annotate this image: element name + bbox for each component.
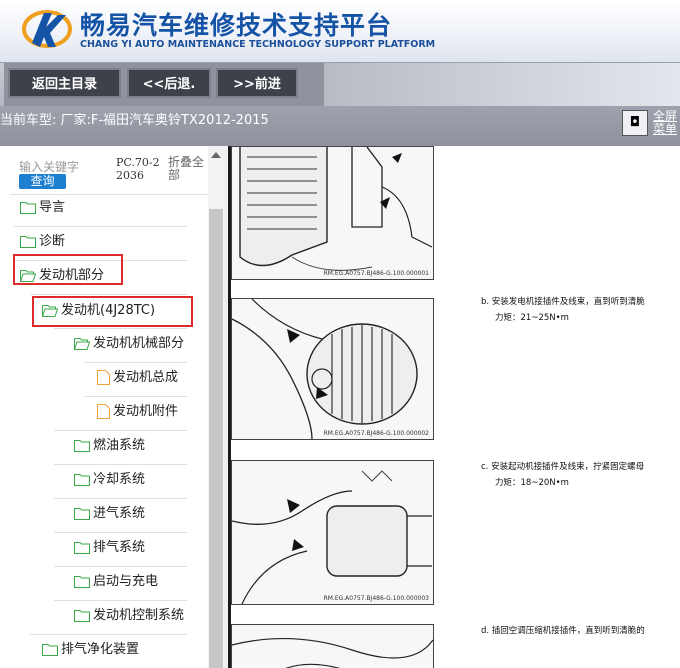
tree-item-fuel-system[interactable]: 燃油系统 bbox=[74, 435, 145, 457]
tree-item-cooling-system[interactable]: 冷却系统 bbox=[74, 469, 145, 491]
tree-item-engine-assembly[interactable]: 发动机总成 bbox=[97, 367, 178, 389]
tree-item-label: 燃油系统 bbox=[93, 438, 146, 453]
tree-separator bbox=[54, 498, 187, 499]
cy-logo-icon bbox=[22, 10, 72, 48]
tree-item-label: 发动机总成 bbox=[113, 370, 179, 385]
fullscreen-menu-link[interactable]: 全屏 菜单 bbox=[653, 110, 677, 136]
tree-item-label: 进气系统 bbox=[93, 506, 146, 521]
engine-photo-1 bbox=[232, 147, 433, 279]
tree-item-exhaust-system[interactable]: 排气系统 bbox=[74, 537, 145, 559]
figure-image: RM.EG.A0757.BJ486-G.100.000001 bbox=[231, 146, 434, 280]
scroll-up-icon[interactable] bbox=[211, 152, 221, 158]
search-input[interactable]: 输入关键字 bbox=[19, 158, 79, 175]
tree-separator bbox=[84, 362, 187, 363]
search-button[interactable]: 查询 bbox=[19, 174, 66, 189]
step-text: b. 安装发电机接插件及线束，直到听到清脆 bbox=[481, 297, 645, 307]
folder-open-icon bbox=[42, 305, 58, 317]
tree-item-label: 发动机(4J28TC) bbox=[61, 303, 156, 318]
torque-text: 力矩：21~25N•m bbox=[495, 313, 569, 323]
tree-item-label: 启动与充电 bbox=[93, 574, 159, 589]
home-button[interactable]: 返回主目录 bbox=[8, 68, 121, 98]
scrollbar-thumb[interactable] bbox=[209, 209, 223, 668]
forward-button[interactable]: >>前进 bbox=[216, 68, 298, 98]
fullscreen-icon[interactable]: ◘ bbox=[622, 110, 648, 136]
folder-icon bbox=[74, 576, 90, 588]
folder-icon bbox=[74, 508, 90, 520]
tree-separator bbox=[10, 194, 208, 195]
folder-open-icon bbox=[20, 270, 36, 282]
folder-icon bbox=[74, 610, 90, 622]
app-header: 畅易汽车维修技术支持平台 CHANG YI AUTO MAINTENANCE T… bbox=[0, 0, 680, 62]
tree-item-label: 发动机附件 bbox=[113, 404, 179, 419]
tree-separator bbox=[54, 328, 187, 329]
tree-item-starting-charging[interactable]: 启动与充电 bbox=[74, 571, 158, 593]
tree-separator bbox=[54, 430, 187, 431]
model-code: PC.70-22036 bbox=[116, 156, 160, 182]
fullscreen-label-2: 菜单 bbox=[653, 122, 678, 136]
nav-toolbar: 返回主目录 <<后退. >>前进 bbox=[0, 62, 680, 107]
figure-image: RM.EG.A0757.BJ486-G.100.000003 bbox=[231, 460, 434, 605]
tree-item-emission-control[interactable]: 排气净化装置 bbox=[42, 639, 139, 661]
tree-separator bbox=[30, 634, 187, 635]
tree-item-engine-4j28tc[interactable]: 发动机(4J28TC) bbox=[42, 300, 155, 322]
folder-icon bbox=[74, 440, 90, 452]
figure-caption: RM.EG.A0757.BJ486-G.100.000003 bbox=[323, 595, 429, 602]
figure-caption: RM.EG.A0757.BJ486-G.100.000001 bbox=[323, 270, 429, 277]
back-button[interactable]: <<后退. bbox=[127, 68, 211, 98]
tree-item-intro[interactable]: 导言 bbox=[20, 197, 65, 219]
folder-icon bbox=[74, 474, 90, 486]
compressor-photo bbox=[232, 625, 433, 668]
app-title: 畅易汽车维修技术支持平台 bbox=[80, 11, 393, 40]
file-icon bbox=[97, 404, 110, 419]
manual-content: RM.EG.A0757.BJ486-G.100.000001 RM.EG.A07… bbox=[231, 146, 680, 668]
tree-item-label: 发动机部分 bbox=[39, 268, 105, 283]
tree-item-intake-system[interactable]: 进气系统 bbox=[74, 503, 145, 525]
torque-text: 力矩：18~20N•m bbox=[495, 478, 569, 488]
step-text: c. 安装起动机接插件及线束，拧紧固定螺母 bbox=[481, 462, 645, 472]
tree-separator bbox=[30, 294, 187, 295]
starter-photo bbox=[232, 461, 433, 604]
folder-open-icon bbox=[74, 338, 90, 350]
collapse-all-link[interactable]: 折叠全部 bbox=[168, 156, 208, 182]
tree-item-label: 排气净化装置 bbox=[61, 642, 140, 657]
tree-item-label: 导言 bbox=[39, 200, 66, 215]
tree-separator bbox=[54, 532, 187, 533]
sidebar-scrollbar[interactable] bbox=[208, 146, 224, 668]
figure-image bbox=[231, 624, 434, 668]
tree-item-label: 发动机控制系统 bbox=[93, 608, 185, 623]
tree-separator bbox=[54, 600, 187, 601]
tree-item-engine-mechanical[interactable]: 发动机机械部分 bbox=[74, 333, 184, 355]
folder-icon bbox=[20, 236, 36, 248]
figure-image: RM.EG.A0757.BJ486-G.100.000002 bbox=[231, 298, 434, 440]
tree-item-engine-control[interactable]: 发动机控制系统 bbox=[74, 605, 184, 627]
tree-separator bbox=[84, 396, 187, 397]
app-subtitle: CHANG YI AUTO MAINTENANCE TECHNOLOGY SUP… bbox=[80, 39, 436, 50]
tree-item-engine-section[interactable]: 发动机部分 bbox=[20, 265, 104, 287]
file-icon bbox=[97, 370, 110, 385]
folder-icon bbox=[74, 542, 90, 554]
tree-item-label: 发动机机械部分 bbox=[93, 336, 185, 351]
tree-separator bbox=[14, 226, 187, 227]
toolbar-gradient bbox=[324, 63, 680, 107]
step-text: d. 插回空调压缩机接插件，直到听到清脆的 bbox=[481, 626, 645, 636]
tree-item-diagnosis[interactable]: 诊断 bbox=[20, 231, 65, 253]
vehicle-bar: 当前车型: 厂家:F-福田汽车奥铃TX2012-2015 ◘ 全屏 菜单 bbox=[0, 106, 680, 146]
tree-sidebar: 输入关键字 查询 PC.70-22036 折叠全部 导言 诊断 发动机部分 发动… bbox=[0, 146, 208, 668]
tree-item-label: 诊断 bbox=[39, 234, 66, 249]
figure-caption: RM.EG.A0757.BJ486-G.100.000002 bbox=[323, 430, 429, 437]
folder-icon bbox=[20, 202, 36, 214]
tree-item-engine-accessories[interactable]: 发动机附件 bbox=[97, 401, 178, 423]
alternator-photo bbox=[232, 299, 433, 439]
tree-item-label: 排气系统 bbox=[93, 540, 146, 555]
tree-item-label: 冷却系统 bbox=[93, 472, 146, 487]
folder-icon bbox=[42, 644, 58, 656]
tree-separator bbox=[54, 464, 187, 465]
current-vehicle-text: 当前车型: 厂家:F-福田汽车奥铃TX2012-2015 bbox=[0, 113, 269, 128]
tree-separator bbox=[54, 566, 187, 567]
